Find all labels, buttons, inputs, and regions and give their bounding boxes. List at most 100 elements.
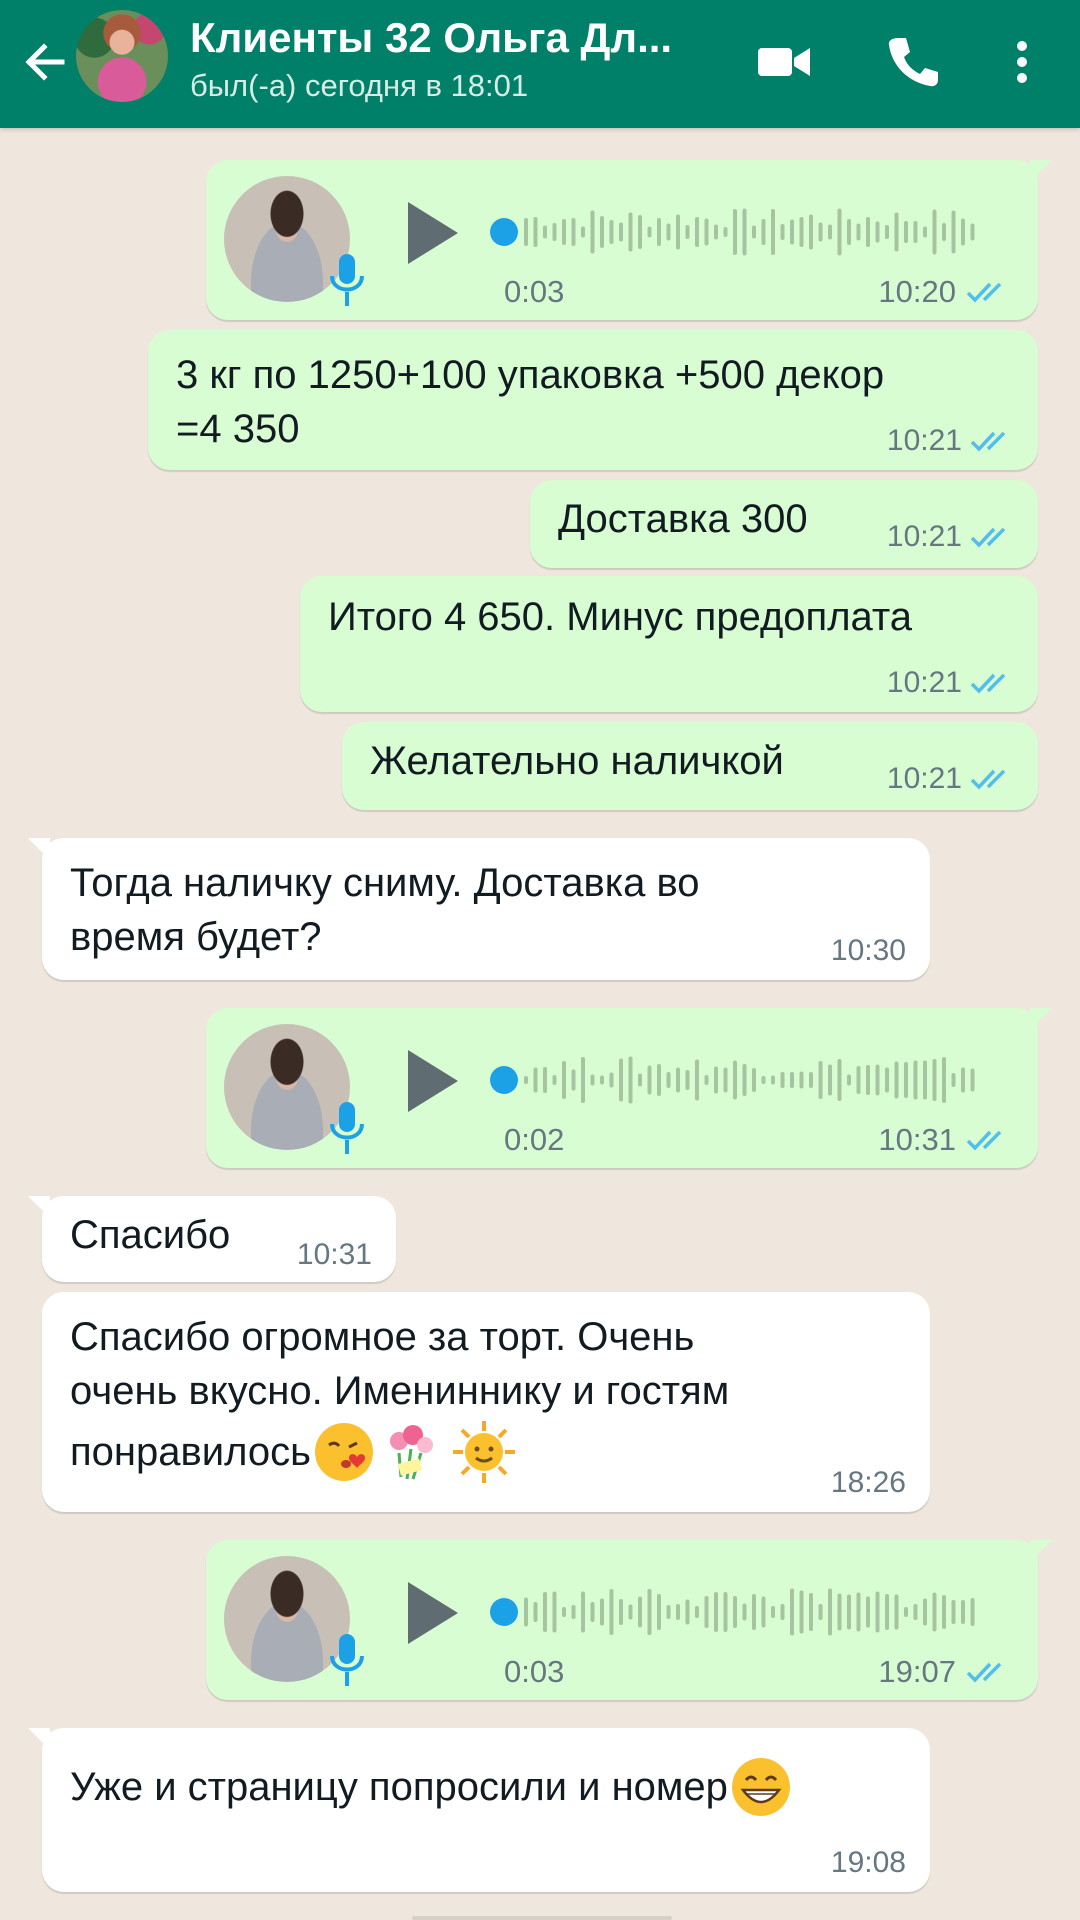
message-line-with-emoji: понравилось (70, 1418, 729, 1486)
waveform-bar (894, 1061, 899, 1099)
waveform-bar (647, 1065, 652, 1095)
message-text: Спасибо (70, 1213, 231, 1257)
message-time: 10:21 (886, 762, 962, 795)
waveform-bar (799, 1590, 804, 1634)
message-line: Уже и страницу попросили и номер (70, 1765, 728, 1809)
waveform-bar (904, 221, 908, 243)
message-text: Спасибо огромное за торт. Очень очень вк… (70, 1310, 729, 1486)
waveform-bar (752, 1068, 756, 1092)
waveform-progress-knob[interactable] (490, 218, 518, 246)
waveform-bar (885, 1594, 889, 1630)
waveform-bar (552, 1591, 557, 1633)
waveform-bar (923, 1060, 927, 1100)
play-icon[interactable] (402, 1046, 462, 1116)
waveform-bar (666, 223, 671, 241)
waveform-bar (942, 1595, 946, 1629)
waveform-bar (885, 225, 889, 239)
waveform-bar (942, 1057, 946, 1103)
waveform-bar (970, 1598, 975, 1626)
waveform-progress-knob[interactable] (490, 1598, 518, 1626)
waveform-bar (742, 1064, 747, 1096)
waveform-bar (752, 1594, 756, 1630)
waveform-bar (913, 221, 918, 243)
message-text: Доставка 300 (558, 497, 808, 541)
message-line: 3 кг по 1250+100 упаковка +500 декор (176, 353, 885, 397)
double-check-icon (966, 282, 1002, 303)
waveform-bar (970, 1068, 975, 1092)
play-icon[interactable] (402, 1578, 462, 1648)
waveform-bar (961, 1600, 965, 1624)
waveform-bar (600, 1075, 604, 1085)
kiss-emoji (314, 1423, 373, 1481)
voice-waveform[interactable] (490, 1048, 986, 1112)
message-time: 10:21 (886, 424, 962, 457)
chat-header: Клиенты 32 Ольга Дл... был(-а) сегодня в… (0, 0, 1080, 128)
video-call-icon[interactable] (752, 30, 816, 94)
waveform-bar (723, 1592, 728, 1632)
flowers-emoji (389, 1425, 433, 1480)
back-arrow-icon[interactable] (14, 34, 74, 94)
message-bubble: Желательно наличкой 10:21 (342, 722, 1038, 810)
voice-waveform[interactable] (490, 200, 986, 264)
contact-last-seen[interactable]: был(-а) сегодня в 18:01 (190, 68, 528, 104)
waveform-bar (704, 1075, 709, 1085)
waveform-bar (647, 1589, 652, 1635)
more-vert-icon[interactable] (994, 30, 1050, 94)
waveform-bar (733, 209, 737, 255)
waveform-bar (714, 224, 718, 240)
waveform-bar (809, 1593, 813, 1631)
waveform-bar (695, 217, 699, 247)
mic-icon (330, 1634, 364, 1686)
message-time: 18:26 (830, 1466, 906, 1499)
waveform-bar (923, 226, 927, 238)
play-icon[interactable] (402, 198, 462, 268)
message-meta: 10:20 (878, 274, 1010, 310)
message-line: очень вкусно. Имениннику и гостям (70, 1369, 730, 1413)
waveform-bar (552, 1075, 557, 1085)
waveform-bar (913, 1604, 918, 1620)
phone-icon[interactable] (880, 30, 944, 94)
waveform-bar (524, 1076, 528, 1084)
waveform-bar (771, 1606, 775, 1618)
message-time: 19:08 (830, 1846, 906, 1879)
waveform-bar (676, 1067, 680, 1093)
waveform-bar (657, 1594, 661, 1630)
waveform-bar (809, 1072, 813, 1088)
waveform-bar (799, 217, 804, 247)
waveform-bar (533, 217, 538, 247)
message-meta: 19:07 (878, 1654, 1010, 1690)
message-bubble: Спасибо 10:31 (28, 1196, 396, 1282)
message-meta: 10:30 (831, 934, 906, 968)
waveform-bar (571, 1605, 576, 1619)
chat-area[interactable]: 0:03 10:20 3 кг по 1250+100 упаковка +50… (0, 128, 1080, 1920)
waveform-bar (590, 1074, 595, 1086)
waveform-bar (571, 1069, 576, 1091)
scroll-edge-divider (412, 1916, 672, 1920)
waveform-bar (695, 1606, 699, 1618)
waveform-bar (676, 1604, 680, 1620)
waveform-bar (885, 1067, 889, 1093)
voice-duration: 0:02 (504, 1122, 565, 1157)
double-check-icon (970, 769, 1006, 790)
waveform-bar (590, 1602, 595, 1622)
message-time: 10:31 (296, 1238, 372, 1271)
contact-avatar[interactable] (76, 10, 168, 102)
message-meta: 10:21 (887, 520, 1014, 554)
waveform-progress-knob[interactable] (490, 1066, 518, 1094)
message-meta: 19:08 (831, 1846, 906, 1880)
voice-waveform[interactable] (490, 1580, 986, 1644)
waveform-bar (619, 222, 623, 242)
waveform-bar (856, 1592, 861, 1632)
waveform-bar (628, 1604, 633, 1620)
waveform-bar (714, 1592, 718, 1632)
waveform-bar (932, 209, 937, 255)
waveform-bar (790, 1072, 794, 1088)
sun-emoji (452, 1421, 515, 1483)
waveform-bar (761, 1596, 766, 1628)
waveform-bar (837, 208, 842, 256)
waveform-bar (828, 1064, 832, 1096)
waveform-bar (828, 1588, 832, 1636)
waveform-bar (742, 208, 747, 256)
contact-name[interactable]: Клиенты 32 Ольга Дл... (190, 14, 710, 62)
waveform-bar (970, 223, 975, 241)
